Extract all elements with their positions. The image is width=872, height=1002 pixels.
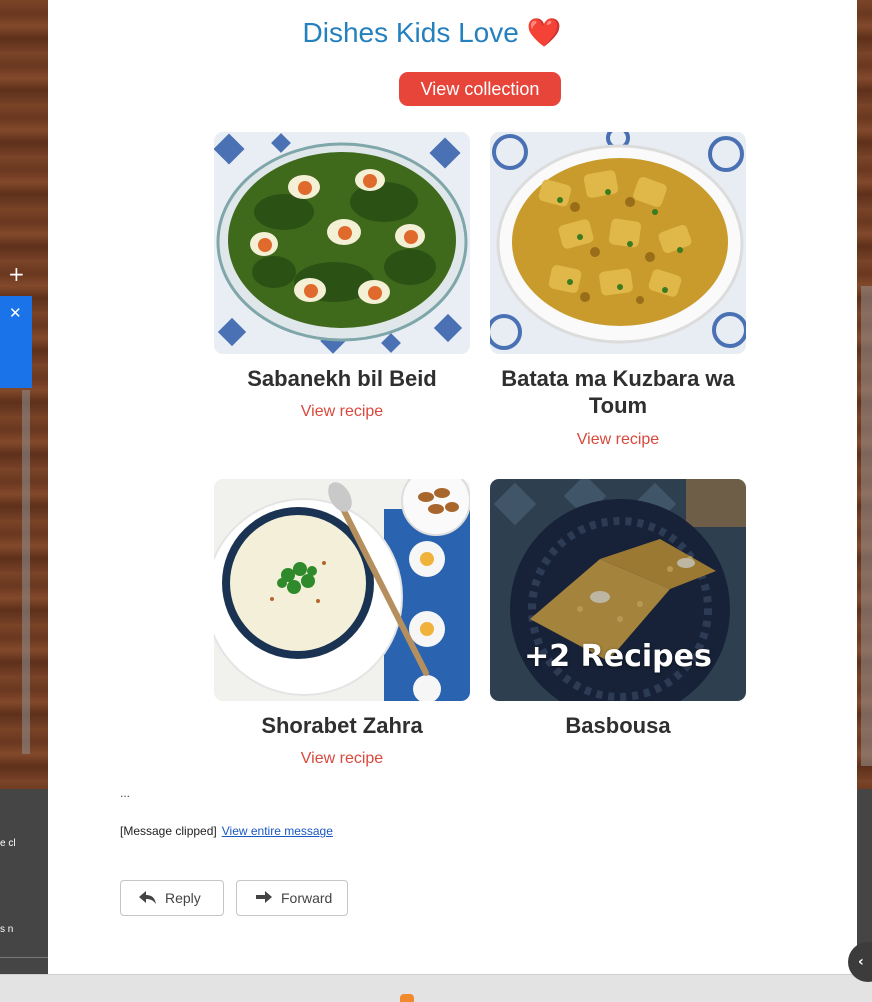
recipe-title[interactable]: Shorabet Zahra — [212, 712, 472, 739]
reply-button[interactable]: Reply — [120, 880, 224, 916]
recipe-title[interactable]: Batata ma Kuzbara wa Toum — [488, 365, 748, 419]
recipe-title[interactable]: Basbousa — [488, 712, 748, 739]
view-entire-message-link[interactable]: View entire message — [222, 824, 333, 838]
reply-icon — [139, 891, 156, 904]
left-scrollbar[interactable] — [22, 390, 30, 754]
bottom-bar — [0, 974, 872, 1002]
heading-text: Dishes Kids Love — [302, 17, 519, 48]
recipe-image-basbousa[interactable]: +2 Recipes — [490, 479, 746, 701]
forward-button[interactable]: Forward — [236, 880, 348, 916]
message-clipped-notice: [Message clipped] View entire message — [120, 824, 333, 838]
reply-label: Reply — [165, 890, 201, 906]
sidebar-snippet: e cl — [0, 838, 16, 849]
add-icon[interactable]: + — [8, 262, 25, 286]
taskbar-icon — [400, 994, 414, 1002]
forward-label: Forward — [281, 890, 333, 906]
forward-icon — [256, 891, 272, 903]
clipped-label: [Message clipped] — [120, 824, 217, 838]
more-recipes-overlay[interactable]: +2 Recipes — [490, 639, 746, 674]
divider — [0, 957, 48, 958]
recipe-image-shorabet[interactable] — [214, 479, 470, 701]
recipe-title[interactable]: Sabanekh bil Beid — [212, 365, 472, 392]
recipe-image-sabanekh[interactable] — [214, 132, 470, 354]
heart-icon: ❤️ — [526, 17, 562, 48]
view-recipe-link[interactable]: View recipe — [214, 403, 470, 421]
close-icon[interactable]: ✕ — [9, 304, 22, 322]
view-recipe-link[interactable]: View recipe — [214, 750, 470, 768]
side-panel-tab[interactable]: ✕ — [0, 296, 32, 388]
view-recipe-link[interactable]: View recipe — [490, 431, 746, 449]
right-scrollbar[interactable] — [861, 286, 872, 766]
recipe-image-batata[interactable] — [490, 132, 746, 354]
collection-heading: Dishes Kids Love ❤️ — [0, 16, 864, 49]
trimmed-content-ellipsis[interactable]: ... — [120, 786, 130, 800]
view-collection-button[interactable]: View collection — [399, 72, 561, 106]
sidebar-snippet: s n — [0, 924, 14, 935]
